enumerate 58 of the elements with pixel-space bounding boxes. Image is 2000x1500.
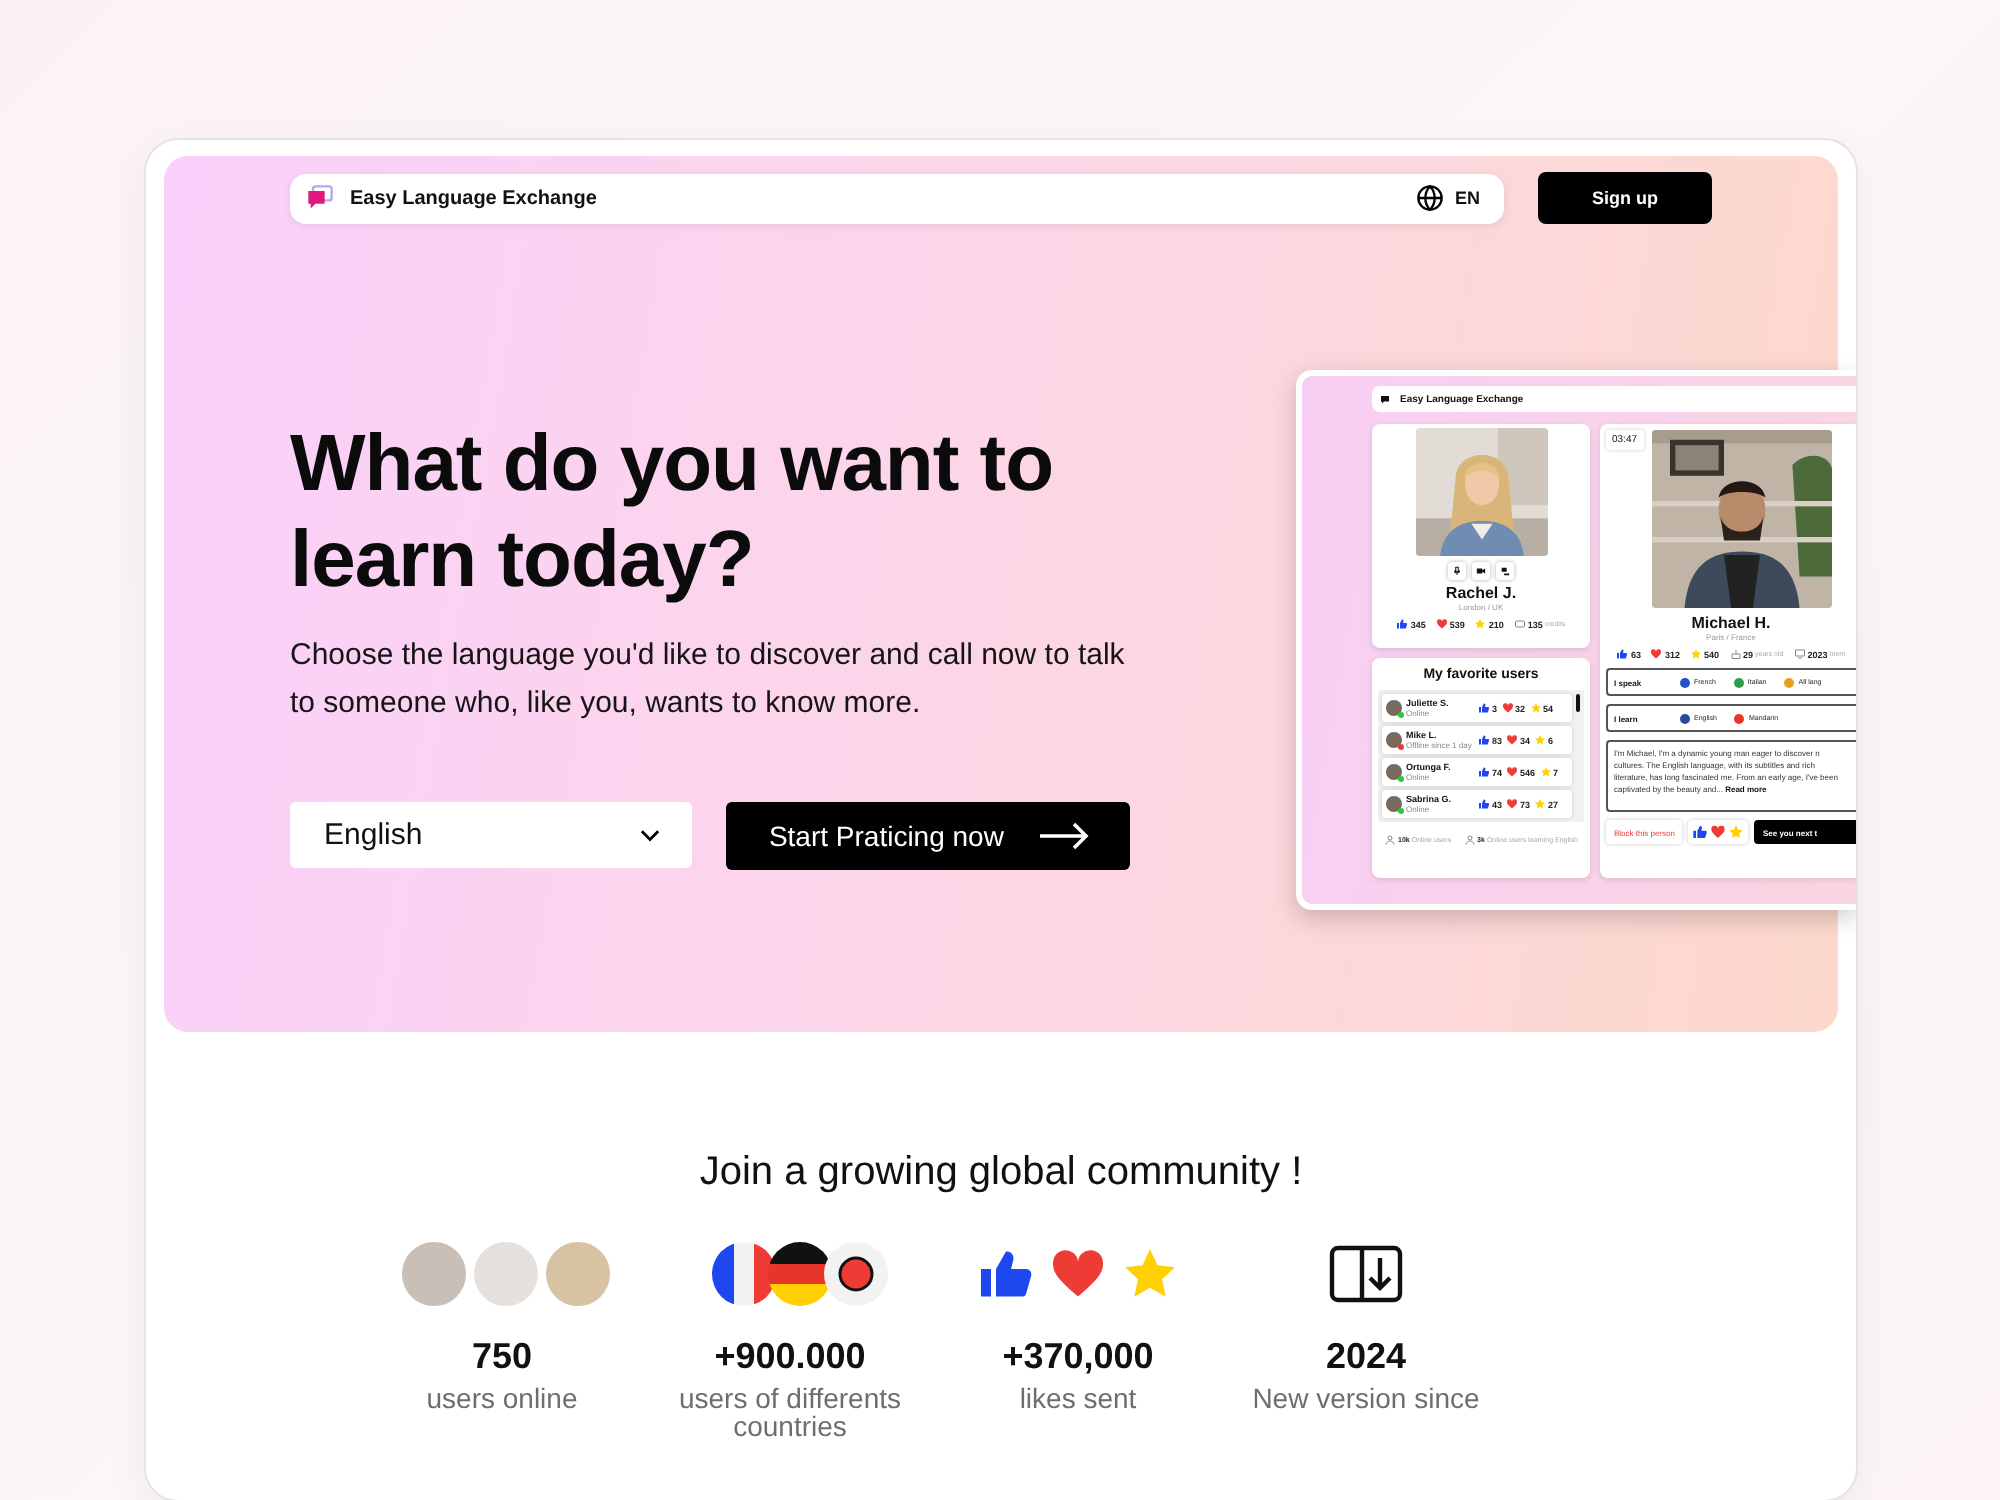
hero-subtitle: Choose the language you'd like to discover and call now to talk to someone who, like you, wants to know more. [290, 636, 1127, 724]
star-icon [1534, 798, 1547, 810]
thumbs-up-icon [1478, 702, 1490, 714]
call-control-button[interactable] [1448, 562, 1466, 580]
profile-name: Rachel J. [1445, 584, 1517, 602]
stat-value: 2024 [1325, 1336, 1407, 1378]
call-control-button[interactable] [1496, 562, 1514, 580]
heart-icon [1435, 618, 1448, 630]
caller-name: Michael H. [1689, 614, 1773, 632]
avatar [400, 1240, 468, 1308]
thumbs-up-icon [1478, 734, 1490, 746]
arrow-right-icon [1038, 822, 1090, 850]
video-camera-icon [1476, 566, 1486, 576]
thumbs-up-icon [1478, 798, 1490, 810]
chat-bubble-icon [1380, 393, 1392, 405]
screen-share-icon [1500, 566, 1510, 576]
hero-title: What do you want to learn today? [290, 418, 1056, 608]
stat-label: users online [424, 1384, 580, 1412]
star-icon [1728, 824, 1745, 840]
heart-icon [1650, 648, 1663, 660]
avatar [544, 1240, 612, 1308]
france-flag-icon [712, 1242, 776, 1306]
heart-icon [1710, 824, 1727, 840]
stat-label: New version since [1250, 1384, 1482, 1412]
chat-bubble-icon [306, 184, 334, 212]
japan-flag-icon [824, 1242, 888, 1306]
stat-value: +900.000 [714, 1336, 866, 1378]
heart-icon [1506, 734, 1519, 746]
sign-up-button[interactable]: Sign up [1538, 172, 1712, 224]
call-control-button[interactable] [1472, 562, 1490, 580]
stat-label: users of differents countries [676, 1384, 904, 1440]
app-name[interactable]: Easy Language Exchange [350, 187, 597, 209]
thumbs-up-icon [1692, 824, 1709, 840]
download-panel-icon [1328, 1244, 1404, 1304]
thumbs-up-icon [1478, 766, 1490, 778]
stat-label: likes sent [1017, 1384, 1139, 1412]
star-icon [1529, 702, 1542, 714]
stat-value: 750 [471, 1336, 533, 1378]
stat-value: +370,000 [1002, 1336, 1154, 1378]
language-button[interactable]: EN [1416, 184, 1480, 212]
star-icon [1474, 618, 1487, 630]
community-title: Join a growing global community ! [697, 1150, 1305, 1196]
start-practicing-button[interactable]: Start Praticing now [726, 802, 1130, 870]
language-select[interactable]: English [290, 802, 693, 868]
monitor-icon [1793, 648, 1806, 660]
scrollbar[interactable] [1576, 694, 1580, 712]
heart-icon [1501, 702, 1514, 714]
thumbs-up-icon [1616, 648, 1629, 660]
person-icon [1384, 834, 1397, 846]
avatar [472, 1240, 540, 1308]
star-icon [1690, 648, 1702, 660]
star-icon [1539, 766, 1552, 778]
microphone-icon [1452, 566, 1462, 576]
heart-icon [1506, 798, 1519, 810]
star-icon [1534, 734, 1547, 746]
germany-flag-icon [768, 1242, 832, 1306]
thumbs-up-icon [1396, 618, 1409, 630]
heart-icon [1506, 766, 1519, 778]
